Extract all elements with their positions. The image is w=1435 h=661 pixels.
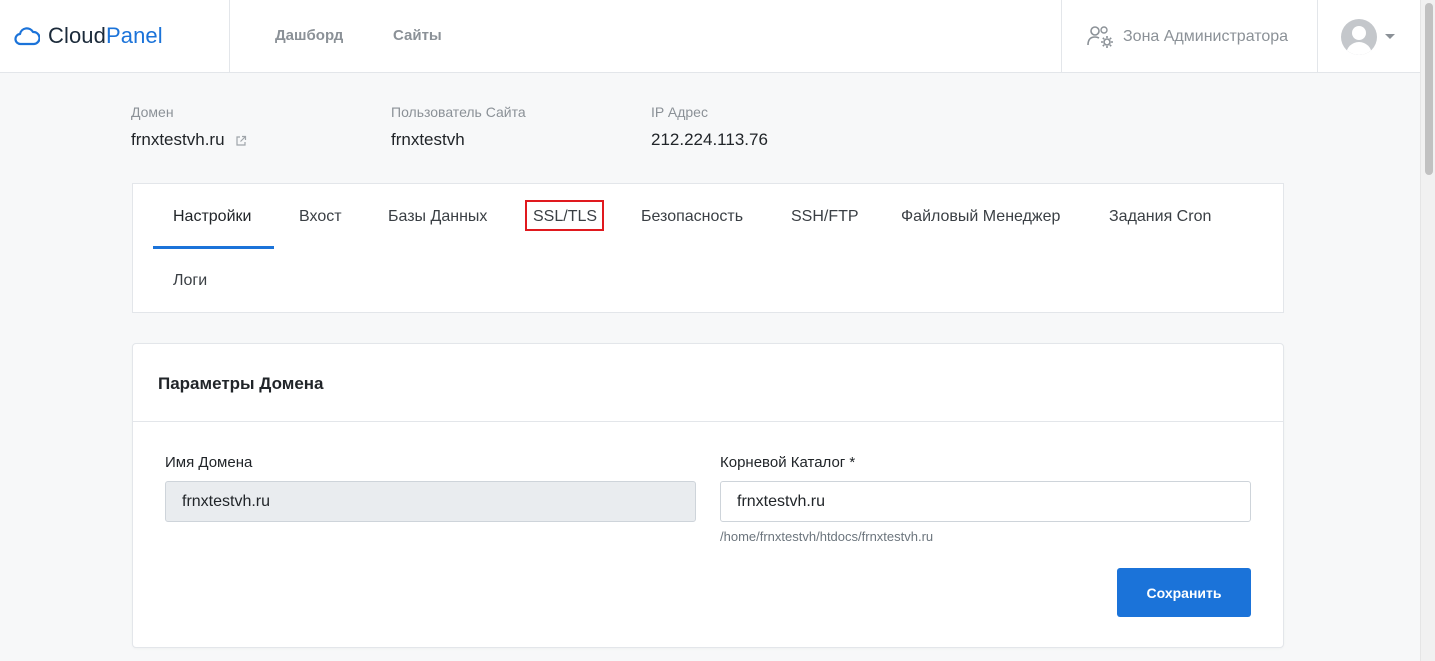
- navbar-divider: [1317, 0, 1318, 73]
- domain-settings-card: Параметры Домена Имя Домена frnxtestvh.r…: [132, 343, 1284, 648]
- active-tab-indicator: [153, 246, 274, 249]
- card-title: Параметры Домена: [158, 374, 324, 393]
- tab-vhost[interactable]: Вхост: [299, 208, 342, 226]
- cloudpanel-logo[interactable]: CloudPanel: [14, 18, 163, 54]
- root-directory-label: Корневой Каталог *: [720, 454, 856, 471]
- site-tabs: Настройки Вхост Базы Данных SSL/TLS Безо…: [132, 183, 1284, 313]
- tab-file-manager[interactable]: Файловый Менеджер: [901, 208, 1060, 226]
- tab-databases[interactable]: Базы Данных: [388, 208, 487, 226]
- scrollbar-thumb[interactable]: [1425, 3, 1433, 175]
- navbar-divider: [1061, 0, 1062, 73]
- admin-zone-link[interactable]: Зона Администратора: [1087, 25, 1288, 49]
- nav-dashboard-link[interactable]: Дашборд: [275, 27, 343, 44]
- card-header: Параметры Домена: [133, 344, 1283, 422]
- page-scrollbar[interactable]: [1420, 0, 1435, 661]
- admin-zone-label: Зона Администратора: [1123, 28, 1289, 45]
- site-user-value: frnxtestvh: [391, 130, 465, 149]
- root-directory-help: /home/frnxtestvh/htdocs/frnxtestvh.ru: [720, 529, 934, 544]
- top-navbar: CloudPanel Дашборд Сайты Зона Администра…: [0, 0, 1420, 73]
- domain-label: Домен: [131, 104, 174, 120]
- cloud-logo-icon: [14, 27, 40, 46]
- users-gear-icon: [1087, 26, 1113, 48]
- domain-name-field: frnxtestvh.ru: [165, 481, 696, 522]
- navbar-divider: [229, 0, 230, 73]
- ip-address-label: IP Адрес: [651, 104, 708, 120]
- site-user-label: Пользователь Сайта: [391, 104, 526, 120]
- user-avatar[interactable]: [1341, 19, 1377, 55]
- tab-settings[interactable]: Настройки: [173, 208, 251, 226]
- brand-name: CloudPanel: [48, 23, 163, 48]
- save-button[interactable]: Сохранить: [1117, 568, 1251, 617]
- tab-cron-jobs[interactable]: Задания Cron: [1109, 208, 1211, 226]
- chevron-down-icon[interactable]: [1385, 34, 1395, 39]
- domain-name-label: Имя Домена: [165, 454, 253, 471]
- ip-address-value: 212.224.113.76: [651, 130, 768, 149]
- tab-security[interactable]: Безопасность: [641, 208, 743, 226]
- ssl-tab-highlight-box: [525, 200, 604, 231]
- root-directory-field[interactable]: frnxtestvh.ru: [720, 481, 1251, 522]
- external-link-icon[interactable]: [235, 135, 247, 147]
- tab-ssh-ftp[interactable]: SSH/FTP: [791, 208, 859, 226]
- tab-logs[interactable]: Логи: [173, 272, 207, 290]
- domain-value[interactable]: frnxtestvh.ru: [131, 130, 247, 150]
- nav-sites-link[interactable]: Сайты: [393, 27, 442, 44]
